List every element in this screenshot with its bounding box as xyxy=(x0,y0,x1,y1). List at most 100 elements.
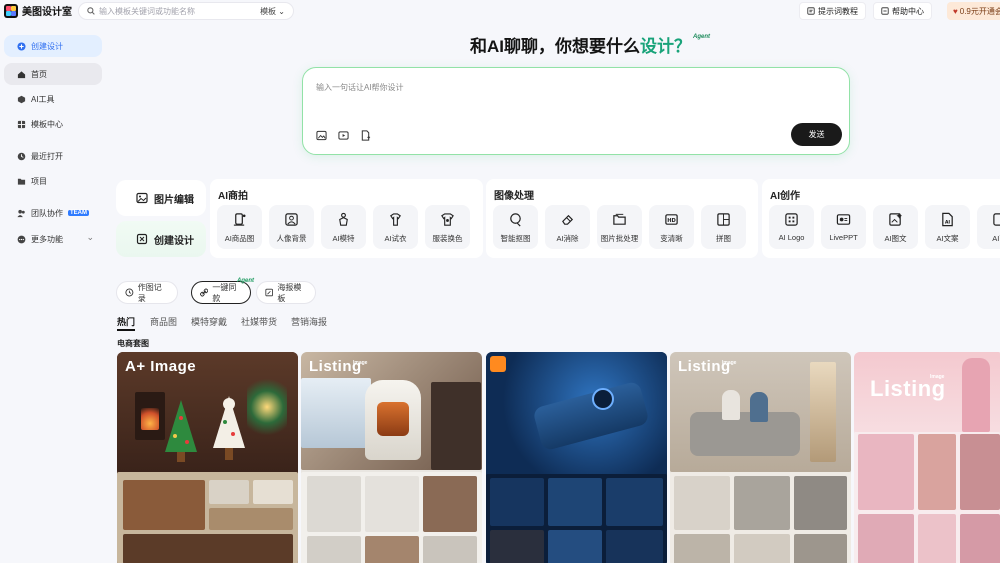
heart-icon: ♥ xyxy=(953,6,958,16)
create-design-icon xyxy=(136,233,148,245)
one-click-same-label: 一键同款 xyxy=(212,282,237,303)
hero-headline-text: 和AI聊聊，你想要什么 xyxy=(470,37,640,56)
poster-template-pill[interactable]: 海报模板 xyxy=(256,281,316,304)
tool-ai-image-text[interactable]: AI图文 xyxy=(873,205,918,249)
one-click-same-pill[interactable]: 一键同款 xyxy=(191,281,251,304)
history-pill[interactable]: 作图记录 xyxy=(116,281,178,304)
app-title: 美图设计室 xyxy=(22,7,72,18)
image-edit-card[interactable]: 图片编辑 xyxy=(116,180,206,216)
batch-folder-icon xyxy=(613,213,626,225)
ai-commerce-icon xyxy=(993,213,1000,226)
file-upload-icon[interactable] xyxy=(360,130,371,141)
image-upload-icon[interactable] xyxy=(316,130,327,141)
tool-label: LivePPT xyxy=(829,233,858,242)
hd-icon: HD xyxy=(665,214,678,225)
hero-headline: 和AI聊聊，你想要什么设计？ xyxy=(470,32,691,57)
template-card[interactable]: Listing Image xyxy=(670,352,851,563)
tool-ai-more[interactable]: AI商 xyxy=(977,205,1000,249)
subtab-hot[interactable]: 热门 xyxy=(117,315,136,331)
svg-text:HD: HD xyxy=(667,218,676,224)
subtab-marketing-poster[interactable]: 营销海报 xyxy=(291,315,327,328)
search-bar[interactable]: 输入模板关键词或功能名称 模板 ⌄ xyxy=(78,2,294,20)
template-card[interactable]: Listing Image xyxy=(854,352,1000,563)
template-card[interactable]: A+ Image xyxy=(117,352,298,563)
tool-label: AI模特 xyxy=(332,234,355,243)
tool-batch-process[interactable]: 图片批处理 xyxy=(597,205,642,249)
sidebar-item-projects[interactable]: 项目 xyxy=(4,170,102,192)
tool-ai-eraser[interactable]: AI消除 xyxy=(545,205,590,249)
sidebar-item-team[interactable]: 团队协作 TEAM xyxy=(4,202,102,224)
tool-label: AI Logo xyxy=(778,233,805,242)
subtab-product[interactable]: 商品图 xyxy=(150,315,177,328)
tool-label: 人像背景 xyxy=(276,234,307,243)
chevron-down-icon: ⌄ xyxy=(278,7,285,16)
sidebar-item-home[interactable]: 首页 xyxy=(4,63,102,85)
prompt-tutorial-button[interactable]: 提示词教程 xyxy=(799,2,866,20)
christmas-tree-illustration xyxy=(165,396,245,462)
sidebar-item-recent[interactable]: 最近打开 xyxy=(4,145,102,167)
tool-portrait-background[interactable]: 人像背景 xyxy=(269,205,314,249)
sidebar-item-templates[interactable]: 模板中心 xyxy=(4,113,102,135)
link-icon xyxy=(200,288,209,297)
chevron-down-icon: ⌄ xyxy=(86,232,94,242)
sidebar-create-design[interactable]: 创建设计 xyxy=(4,35,102,57)
help-icon xyxy=(881,7,889,15)
tool-label: 变清晰 xyxy=(660,234,683,243)
tool-label: AI试衣 xyxy=(384,234,407,243)
product-photo-icon xyxy=(233,213,246,226)
template-card[interactable]: Listing Image xyxy=(301,352,482,563)
image-processing-panel: 图像处理 智能抠图 AI消除 图片批处理 HD 变清晰 拼图 xyxy=(486,179,758,258)
tool-label: AI商品图 xyxy=(224,234,255,243)
tool-ai-logo[interactable]: AI Logo xyxy=(769,205,814,249)
svg-text:AI: AI xyxy=(945,219,951,225)
create-design-card[interactable]: 创建设计 xyxy=(116,221,206,257)
image-text-icon xyxy=(889,212,903,226)
sidebar-item-label: 首页 xyxy=(31,69,47,79)
prompt-tutorial-label: 提示词教程 xyxy=(818,6,858,16)
agent-pill-badge: Agent xyxy=(237,278,254,284)
tool-label: 拼图 xyxy=(716,234,731,243)
folder-icon xyxy=(17,178,26,185)
tool-collage[interactable]: 拼图 xyxy=(701,205,746,249)
search-input[interactable]: 输入模板关键词或功能名称 xyxy=(99,6,259,17)
help-center-button[interactable]: 帮助中心 xyxy=(873,2,932,20)
template-card[interactable] xyxy=(486,352,667,563)
app-logo[interactable]: 美图设计室 xyxy=(4,3,72,18)
ai-creation-panel: AI创作 AI Logo LivePPT AI图文 AI AI文案 AI商 xyxy=(762,179,1000,258)
logo-grid-icon xyxy=(785,213,798,226)
template-grid-icon xyxy=(17,120,26,128)
card-title: A+ Image xyxy=(125,358,197,375)
tool-label: 智能抠图 xyxy=(500,234,531,243)
book-icon xyxy=(807,7,815,15)
tool-enhance[interactable]: HD 变清晰 xyxy=(649,205,694,249)
video-upload-icon[interactable] xyxy=(338,130,349,141)
tool-garment-recolor[interactable]: 服装换色 xyxy=(425,205,470,249)
send-button[interactable]: 发送 xyxy=(791,123,842,146)
image-edit-icon xyxy=(136,192,148,204)
tool-label: 服装换色 xyxy=(432,234,463,243)
tool-label: 图片批处理 xyxy=(600,234,639,243)
tool-ai-try-on[interactable]: AI试衣 xyxy=(373,205,418,249)
card-subtitle: Image xyxy=(930,374,945,380)
ai-commerce-title: AI商拍 xyxy=(218,191,248,202)
tool-liveppt[interactable]: LivePPT xyxy=(821,205,866,249)
sidebar-item-ai-tools[interactable]: AI工具 xyxy=(4,88,102,110)
tool-ai-copywriting[interactable]: AI AI文案 xyxy=(925,205,970,249)
search-scope-select[interactable]: 模板 ⌄ xyxy=(260,6,285,17)
tool-ai-product-photo[interactable]: AI商品图 xyxy=(217,205,262,249)
sidebar-item-more[interactable]: 更多功能 ⌄ xyxy=(4,228,102,250)
create-design-label: 创建设计 xyxy=(154,235,194,247)
ai-cube-icon xyxy=(17,95,26,103)
image-processing-title: 图像处理 xyxy=(494,191,534,202)
tool-smart-cutout[interactable]: 智能抠图 xyxy=(493,205,538,249)
help-center-label: 帮助中心 xyxy=(892,6,924,16)
vip-button[interactable]: ♥ 0.9元开通会 xyxy=(947,2,1000,20)
subtab-model-wear[interactable]: 模特穿戴 xyxy=(191,315,227,328)
eraser-icon xyxy=(562,214,574,225)
sidebar-item-label: AI工具 xyxy=(31,94,55,104)
section-title: 电商套图 xyxy=(117,339,149,348)
subtab-social[interactable]: 社媒带货 xyxy=(241,315,277,328)
search-icon xyxy=(87,7,95,15)
tool-ai-model[interactable]: AI模特 xyxy=(321,205,366,249)
prompt-input[interactable]: 输入一句话让AI帮你设计 xyxy=(316,82,404,93)
